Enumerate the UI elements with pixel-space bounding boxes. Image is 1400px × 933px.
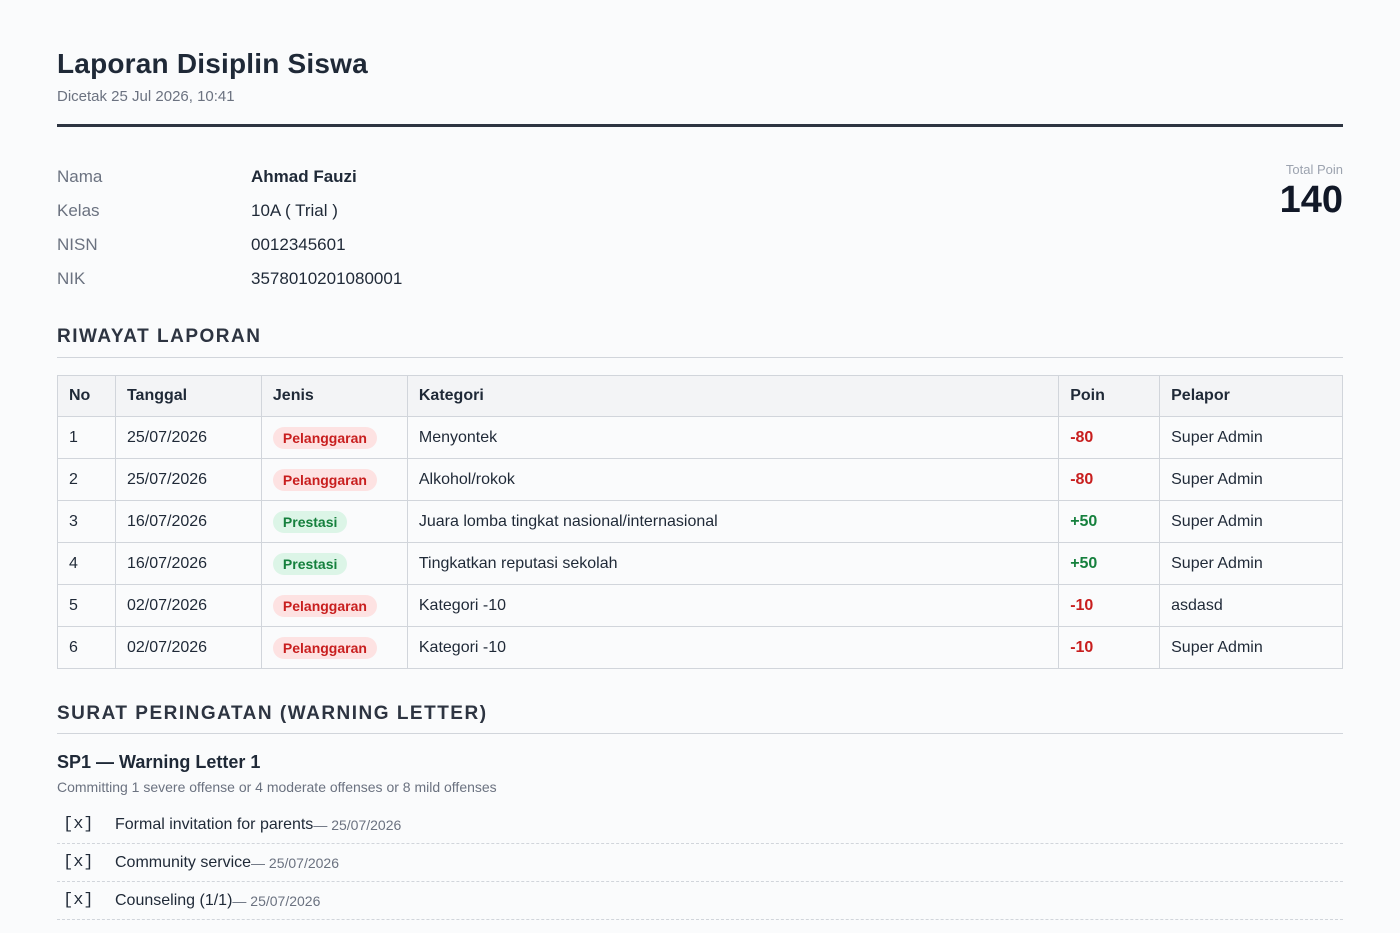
column-header-reporter: Pelapor xyxy=(1159,375,1343,417)
student-nisn: 0012345601 xyxy=(251,235,346,254)
student-nik: 3578010201080001 xyxy=(251,269,403,288)
student-name: Ahmad Fauzi xyxy=(251,167,357,186)
row-category: Menyontek xyxy=(406,416,1060,459)
row-category: Tingkatkan reputasi sekolah xyxy=(406,542,1060,585)
action-text: Community service xyxy=(115,853,252,871)
row-number: 2 xyxy=(57,458,116,501)
column-header-category: Kategori xyxy=(406,375,1060,417)
table-row: 5 02/07/2026 Pelanggaran Kategori -10 -1… xyxy=(57,584,1343,627)
type-badge-violation: Pelanggaran xyxy=(272,468,377,491)
report-page: Laporan Disiplin Siswa Dicetak 25 Jul 20… xyxy=(0,0,1400,933)
warning-section-title: SURAT PERINGATAN (WARNING LETTER) xyxy=(57,703,488,724)
total-points-label: Total Poin xyxy=(1285,162,1343,177)
table-row: 2 25/07/2026 Pelanggaran Alkohol/rokok -… xyxy=(57,458,1343,501)
student-class-row: Kelas 10A ( Trial ) xyxy=(57,194,402,228)
checked-mark: [x] xyxy=(63,853,94,872)
warning-letter-title: SP1 — Warning Letter 1 xyxy=(57,752,261,772)
student-info: Nama Ahmad Fauzi Kelas 10A ( Trial ) NIS… xyxy=(57,160,402,296)
row-date: 25/07/2026 xyxy=(114,416,262,459)
printed-timestamp: Dicetak 25 Jul 2026, 10:41 xyxy=(57,88,235,105)
table-row: 4 16/07/2026 Prestasi Tingkatkan reputas… xyxy=(57,542,1343,585)
row-date: 16/07/2026 xyxy=(114,500,262,543)
info-label: NIK xyxy=(57,269,86,288)
row-category: Kategori -10 xyxy=(406,626,1060,669)
row-reporter: Super Admin xyxy=(1159,500,1343,543)
row-points: +50 xyxy=(1058,542,1161,585)
row-points: -80 xyxy=(1058,416,1161,459)
list-item: [x] Counseling (1/1) — 25/07/2026 xyxy=(57,882,1343,920)
row-category: Juara lomba tingkat nasional/internasion… xyxy=(406,500,1060,543)
total-points-value: 140 xyxy=(1279,179,1343,221)
info-label: Nama xyxy=(57,167,103,186)
row-reporter: Super Admin xyxy=(1159,626,1343,669)
type-badge-achievement: Prestasi xyxy=(272,510,348,533)
history-table: No Tanggal Jenis Kategori Poin Pelapor 1… xyxy=(57,375,1343,669)
row-reporter: Super Admin xyxy=(1159,458,1343,501)
row-reporter: Super Admin xyxy=(1159,542,1343,585)
row-number: 1 xyxy=(57,416,116,459)
row-date: 02/07/2026 xyxy=(114,626,262,669)
row-points: -10 xyxy=(1058,584,1161,627)
row-category: Alkohol/rokok xyxy=(406,458,1060,501)
warning-letter-description: Committing 1 severe offense or 4 moderat… xyxy=(57,779,497,795)
student-name-row: Nama Ahmad Fauzi xyxy=(57,160,402,194)
table-row: 6 02/07/2026 Pelanggaran Kategori -10 -1… xyxy=(57,626,1343,669)
row-number: 5 xyxy=(57,584,116,627)
action-text: Counseling (1/1) xyxy=(115,891,233,909)
info-label: Kelas xyxy=(57,201,100,220)
type-badge-violation: Pelanggaran xyxy=(272,426,377,449)
action-date: — 25/07/2026 xyxy=(313,816,402,833)
action-date: — 25/07/2026 xyxy=(232,892,321,909)
type-badge-violation: Pelanggaran xyxy=(272,636,377,659)
report-header: Laporan Disiplin Siswa Dicetak 25 Jul 20… xyxy=(57,48,368,105)
table-header-row: No Tanggal Jenis Kategori Poin Pelapor xyxy=(57,375,1343,417)
row-points: +50 xyxy=(1058,500,1161,543)
type-badge-violation: Pelanggaran xyxy=(272,594,377,617)
row-number: 3 xyxy=(57,500,116,543)
checked-mark: [x] xyxy=(63,815,94,834)
row-reporter: asdasd xyxy=(1159,584,1343,627)
type-badge-achievement: Prestasi xyxy=(272,552,348,575)
row-points: -80 xyxy=(1058,458,1161,501)
action-text: Formal invitation for parents xyxy=(115,815,314,833)
page-title: Laporan Disiplin Siswa xyxy=(57,48,368,79)
total-points: Total Poin 140 xyxy=(1280,162,1343,222)
list-item: [x] Community service — 25/07/2026 xyxy=(57,844,1343,882)
column-header-points: Poin xyxy=(1058,375,1161,417)
column-header-date: Tanggal xyxy=(114,375,262,417)
warning-actions-list: [x] Formal invitation for parents — 25/0… xyxy=(57,806,1343,920)
info-label: NISN xyxy=(57,235,98,254)
row-number: 6 xyxy=(57,626,116,669)
row-number: 4 xyxy=(57,542,116,585)
student-class: 10A ( Trial ) xyxy=(251,201,338,220)
student-nisn-row: NISN 0012345601 xyxy=(57,228,402,262)
header-divider xyxy=(57,124,1343,127)
row-date: 16/07/2026 xyxy=(114,542,262,585)
checked-mark: [x] xyxy=(63,891,94,910)
table-row: 3 16/07/2026 Prestasi Juara lomba tingka… xyxy=(57,500,1343,543)
row-date: 25/07/2026 xyxy=(114,458,262,501)
history-section-title: RIWAYAT LAPORAN xyxy=(57,326,262,347)
list-item: [x] Formal invitation for parents — 25/0… xyxy=(57,806,1343,844)
row-date: 02/07/2026 xyxy=(114,584,262,627)
history-section-divider xyxy=(57,357,1343,358)
student-nik-row: NIK 3578010201080001 xyxy=(57,262,402,296)
column-header-no: No xyxy=(57,375,116,417)
action-date: — 25/07/2026 xyxy=(251,854,339,871)
row-points: -10 xyxy=(1058,626,1161,669)
table-row: 1 25/07/2026 Pelanggaran Menyontek -80 S… xyxy=(57,416,1343,459)
warning-section-divider xyxy=(57,733,1343,734)
column-header-type: Jenis xyxy=(260,375,408,417)
row-reporter: Super Admin xyxy=(1159,416,1343,459)
row-category: Kategori -10 xyxy=(406,584,1060,627)
